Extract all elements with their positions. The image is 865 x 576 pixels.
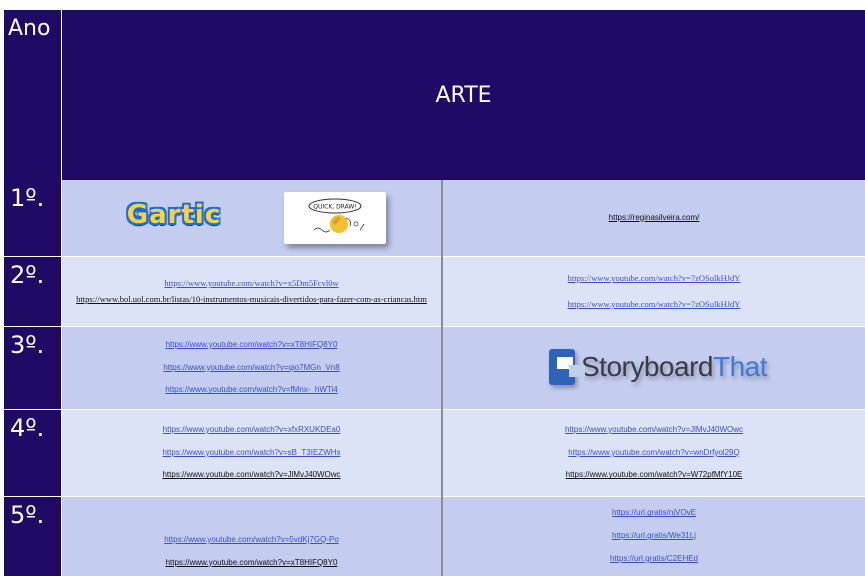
row-5-right-link-3[interactable]: https://url.gratis/C2EHEd xyxy=(610,554,698,564)
row-number-4: 4º. xyxy=(4,410,61,496)
row-5-right-cell: https://url.gratis/njVOvE https://url.gr… xyxy=(443,497,865,576)
row-2-left-link-2[interactable]: https://www.bol.uol.com.br/listas/10-ins… xyxy=(67,294,437,304)
row-5-right-link-1[interactable]: https://url.gratis/njVOvE xyxy=(612,508,696,518)
row-4-right-link-1[interactable]: https://www.youtube.com/watch?v=JlMvJ40W… xyxy=(565,425,743,435)
row-3-left-cell: https://www.youtube.com/watch?v=xT8HIFQ8… xyxy=(62,327,441,409)
row-5-right-link-2[interactable]: https://url.gratis/We31Lj xyxy=(612,531,696,541)
row-4-right-link-2[interactable]: https://www.youtube.com/watch?v=wnDrfyol… xyxy=(568,448,739,458)
row-4-left-cell: https://www.youtube.com/watch?v=xfxRXUKD… xyxy=(62,410,441,496)
header-ano: Ano xyxy=(4,10,61,180)
row-4-right-link-3[interactable]: https://www.youtube.com/watch?v=W72pfMfY… xyxy=(566,471,743,480)
row-5-left-link-2[interactable]: https://www.youtube.com/watch?v=xT8HIFQ8… xyxy=(166,558,338,568)
quick-draw-icon: QUICK, DRAW! xyxy=(308,198,365,233)
row-5-left-link-1[interactable]: https://www.youtube.com/watch?v=5vdKj7GQ… xyxy=(164,535,339,545)
gartic-logo[interactable]: Gartic xyxy=(124,198,224,232)
row-2-left-link-1[interactable]: https://www.youtube.com/watch?v=x5Dm5Fcv… xyxy=(164,278,338,288)
quick-draw-logo[interactable]: QUICK, DRAW! xyxy=(284,192,386,244)
quick-draw-label: QUICK, DRAW! xyxy=(313,204,356,211)
row-number-5: 5º. xyxy=(4,497,61,576)
row-number-3: 3º. xyxy=(4,327,61,409)
header-arte-label: ARTE xyxy=(435,82,492,108)
row-3-left-link-3[interactable]: https://www.youtube.com/watch?v=fMnx-_hW… xyxy=(165,386,337,395)
row-4-left-link-1[interactable]: https://www.youtube.com/watch?v=xfxRXUKD… xyxy=(163,425,341,435)
that-word: That xyxy=(712,351,768,382)
row-number-1: 1º. xyxy=(4,180,61,256)
row-number-2: 2º. xyxy=(4,257,61,326)
page: Ano ARTE 1º. 2º. 3º. 4º. 5º. Gartic QUIC… xyxy=(0,0,865,576)
row-3-left-link-2[interactable]: https://www.youtube.com/watch?v=qio7MGn_… xyxy=(163,363,339,373)
storyboard-icon xyxy=(549,349,585,385)
row-1-right-cell: https://reginasilveira.com/ xyxy=(443,180,865,256)
storyboard-word: Storyboard xyxy=(581,351,713,382)
row-4-left-link-3[interactable]: https://www.youtube.com/watch?v=JlMvJ40W… xyxy=(162,471,340,480)
row-2-right-link-2[interactable]: https://www.youtube.com/watch?v=7zOSulkH… xyxy=(568,299,741,309)
storyboard-that-logo[interactable]: StoryboardThat xyxy=(549,345,768,389)
row-2-right-cell: https://www.youtube.com/watch?v=7zOSulkH… xyxy=(443,257,865,326)
row-2-left-cell: https://www.youtube.com/watch?v=x5Dm5Fcv… xyxy=(62,257,441,326)
row-4-left-link-2[interactable]: https://www.youtube.com/watch?v=sB_T3IEZ… xyxy=(162,448,340,458)
row-2-right-link-1[interactable]: https://www.youtube.com/watch?v=7zOSulkH… xyxy=(568,273,741,283)
storyboard-wordmark: StoryboardThat xyxy=(581,351,768,383)
row-3-left-link-1[interactable]: https://www.youtube.com/watch?v=xT8HIFQ8… xyxy=(166,340,338,350)
header-arte: ARTE xyxy=(62,10,865,180)
row-5-left-cell: https://www.youtube.com/watch?v=5vdKj7GQ… xyxy=(62,497,441,576)
row-4-right-cell: https://www.youtube.com/watch?v=JlMvJ40W… xyxy=(443,410,865,496)
row-1-right-link[interactable]: https://reginasilveira.com/ xyxy=(609,213,700,223)
